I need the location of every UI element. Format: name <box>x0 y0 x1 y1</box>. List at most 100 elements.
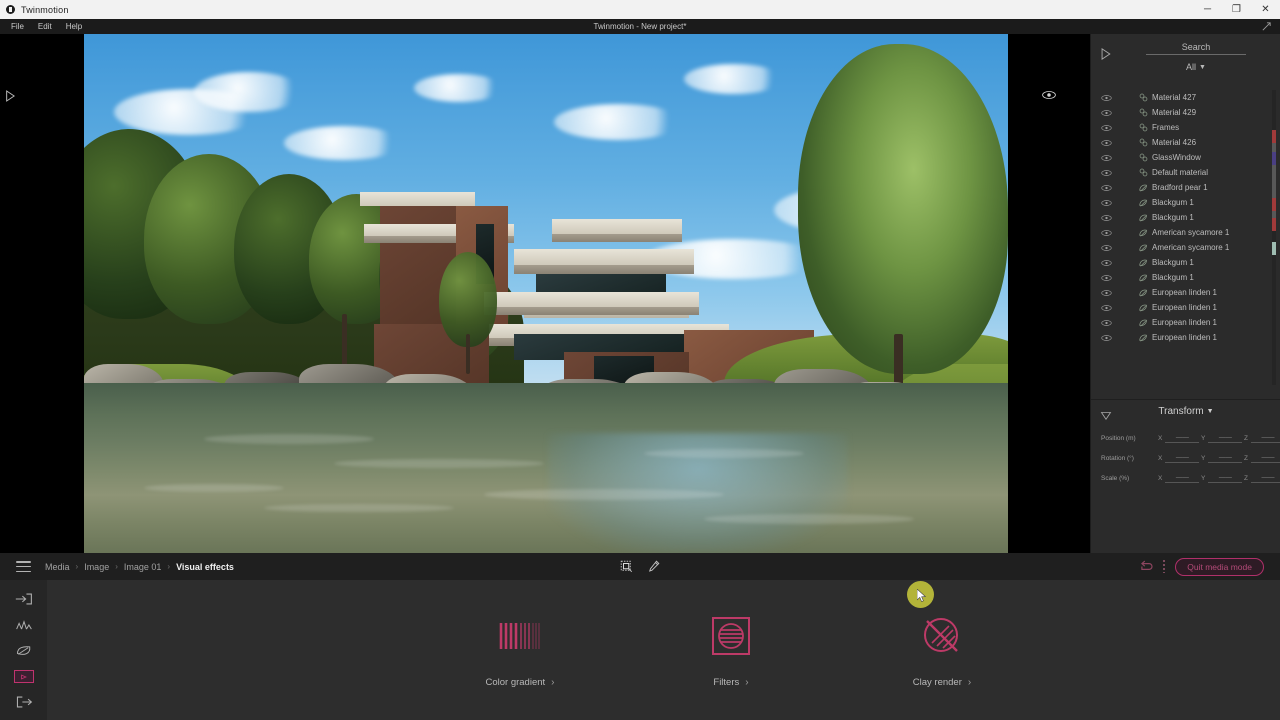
media-image-icon[interactable] <box>13 670 34 683</box>
card-clay-render[interactable]: Clay render › <box>899 613 985 688</box>
outliner-row[interactable]: Blackgum 1 <box>1091 210 1280 225</box>
search-input[interactable]: Search <box>1146 42 1246 55</box>
visibility-eye-icon[interactable] <box>1101 94 1112 102</box>
transform-header[interactable]: Transform ▼ <box>1091 406 1280 428</box>
viewport[interactable] <box>0 34 1090 553</box>
transform-input-y[interactable]: —— <box>1208 454 1243 463</box>
outliner-row-label: Blackgum 1 <box>1152 258 1194 267</box>
transform-field-y[interactable]: Y —— <box>1201 434 1243 443</box>
transform-input-z[interactable]: —— <box>1250 474 1280 483</box>
visibility-eye-icon[interactable] <box>1101 319 1112 327</box>
visibility-eye-icon[interactable] <box>1101 259 1112 267</box>
eye-icon[interactable] <box>1042 90 1056 100</box>
card-label-text: Color gradient <box>485 676 546 688</box>
outliner-row[interactable]: GlassWindow <box>1091 150 1280 165</box>
card-filters[interactable]: Filters › <box>688 613 774 688</box>
import-icon[interactable] <box>15 592 33 606</box>
axis-label-z: Z <box>1244 474 1248 482</box>
outliner-scroll-thumb[interactable] <box>1272 134 1276 230</box>
transform-field-x[interactable]: X —— <box>1158 434 1200 443</box>
visibility-eye-icon[interactable] <box>1101 124 1112 132</box>
transform-input-y[interactable]: —— <box>1208 474 1243 483</box>
transform-input-z[interactable]: —— <box>1250 454 1280 463</box>
breadcrumb-item[interactable]: Visual effects <box>176 562 234 572</box>
visibility-eye-icon[interactable] <box>1101 274 1112 282</box>
outliner-row[interactable]: Blackgum 1 <box>1091 255 1280 270</box>
outliner-list[interactable]: Material 427 Material 429 Frames Material 4… <box>1091 90 1280 390</box>
visibility-eye-icon[interactable] <box>1101 109 1112 117</box>
transform-input-z[interactable]: —— <box>1250 434 1280 443</box>
minimize-button[interactable]: ─ <box>1193 0 1222 19</box>
close-button[interactable]: ✕ <box>1251 0 1280 19</box>
menu-help[interactable]: Help <box>59 19 89 34</box>
app-name: Twinmotion <box>21 4 69 15</box>
outliner-row[interactable]: European linden 1 <box>1091 330 1280 345</box>
transform-field-x[interactable]: X —— <box>1158 454 1200 463</box>
visibility-eye-icon[interactable] <box>1101 199 1112 207</box>
undo-icon[interactable] <box>1138 560 1153 573</box>
hamburger-icon[interactable] <box>16 561 31 572</box>
transform-input-x[interactable]: —— <box>1165 454 1200 463</box>
transform-field-z[interactable]: Z —— <box>1244 474 1280 483</box>
menu-file[interactable]: File <box>4 19 31 34</box>
transform-field-z[interactable]: Z —— <box>1244 434 1280 443</box>
visibility-eye-icon[interactable] <box>1101 214 1112 222</box>
outliner-row[interactable]: Material 426 <box>1091 135 1280 150</box>
outliner-row[interactable]: Bradford pear 1 <box>1091 180 1280 195</box>
menu-bar: File Edit Help Twinmotion - New project* <box>0 19 1280 34</box>
eyedropper-tool-icon[interactable] <box>646 559 661 574</box>
visibility-eye-icon[interactable] <box>1101 334 1112 342</box>
quit-media-mode-button[interactable]: Quit media mode <box>1175 557 1264 576</box>
breadcrumb-item[interactable]: Image <box>84 562 109 572</box>
rendered-scene[interactable] <box>84 34 1008 553</box>
transform-chevron-down-icon[interactable]: ▼ <box>1207 408 1214 415</box>
visibility-eye-icon[interactable] <box>1101 184 1112 192</box>
transform-field-y[interactable]: Y —— <box>1201 474 1243 483</box>
menu-edit[interactable]: Edit <box>31 19 59 34</box>
crop-tool-icon[interactable] <box>619 559 634 574</box>
outliner-row[interactable]: Default material <box>1091 165 1280 180</box>
maximize-button[interactable]: ❐ <box>1222 0 1251 19</box>
visibility-eye-icon[interactable] <box>1101 304 1112 312</box>
visibility-eye-icon[interactable] <box>1101 139 1112 147</box>
expand-triangle-icon[interactable] <box>1100 48 1111 60</box>
visibility-eye-icon[interactable] <box>1101 169 1112 177</box>
terrain-icon[interactable] <box>15 618 33 632</box>
expand-arrow-icon[interactable] <box>1261 21 1272 32</box>
transform-field-z[interactable]: Z —— <box>1244 454 1280 463</box>
transform-field-x[interactable]: X —— <box>1158 474 1200 483</box>
vegetation-icon <box>1139 333 1148 342</box>
filter-dropdown[interactable]: All ▼ <box>1146 62 1246 72</box>
app-logo-icon <box>6 5 15 14</box>
outliner-row[interactable]: Frames <box>1091 120 1280 135</box>
clay-render-icon <box>924 617 958 652</box>
outliner-row[interactable]: Blackgum 1 <box>1091 270 1280 285</box>
visibility-eye-icon[interactable] <box>1101 154 1112 162</box>
transform-input-x[interactable]: —— <box>1165 474 1200 483</box>
visibility-eye-icon[interactable] <box>1101 229 1112 237</box>
vegetation-leaf-icon[interactable] <box>15 644 33 658</box>
visibility-eye-icon[interactable] <box>1101 289 1112 297</box>
card-filters-label: Filters › <box>713 677 748 688</box>
transform-input-y[interactable]: —— <box>1208 434 1243 443</box>
breadcrumb-item[interactable]: Media <box>45 562 70 572</box>
outliner-row[interactable]: Material 429 <box>1091 105 1280 120</box>
outliner-row[interactable]: American sycamore 1 <box>1091 240 1280 255</box>
chevron-down-icon: ▼ <box>1199 64 1206 71</box>
outliner-row[interactable]: European linden 1 <box>1091 300 1280 315</box>
outliner-row[interactable]: Material 427 <box>1091 90 1280 105</box>
outliner-row[interactable]: American sycamore 1 <box>1091 225 1280 240</box>
export-icon[interactable] <box>15 695 33 709</box>
card-color-gradient[interactable]: Color gradient › <box>477 613 563 688</box>
outliner-row[interactable]: European linden 1 <box>1091 315 1280 330</box>
outliner-row-label: Material 426 <box>1152 138 1197 147</box>
vegetation-icon <box>1139 303 1148 312</box>
outliner-row[interactable]: European linden 1 <box>1091 285 1280 300</box>
outliner-row-label: European linden 1 <box>1152 333 1217 342</box>
outliner-row[interactable]: Blackgum 1 <box>1091 195 1280 210</box>
breadcrumb-item[interactable]: Image 01 <box>124 562 162 572</box>
transform-field-y[interactable]: Y —— <box>1201 454 1243 463</box>
play-icon[interactable] <box>5 90 15 102</box>
visibility-eye-icon[interactable] <box>1101 244 1112 252</box>
transform-input-x[interactable]: —— <box>1165 434 1200 443</box>
